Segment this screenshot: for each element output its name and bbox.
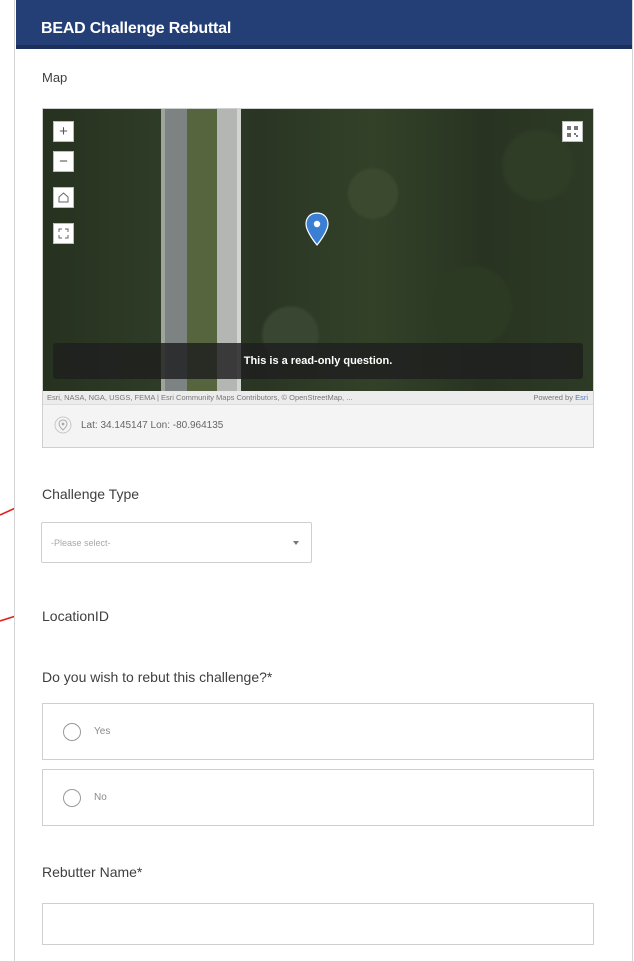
esri-link[interactable]: Esri bbox=[575, 393, 588, 402]
powered-by[interactable]: Powered by Esri bbox=[533, 391, 588, 404]
attribution-text: Esri, NASA, NGA, USGS, FEMA | Esri Commu… bbox=[47, 393, 353, 402]
radio-label-no: No bbox=[94, 792, 107, 803]
form-header: BEAD Challenge Rebuttal bbox=[16, 0, 632, 49]
zoom-out-button[interactable]: − bbox=[53, 151, 74, 172]
map-widget[interactable]: + − This is a read-only question. Esri, … bbox=[42, 108, 594, 448]
satellite-map[interactable]: + − This is a read-only question. bbox=[43, 109, 593, 391]
challenge-type-label: Challenge Type bbox=[42, 486, 140, 502]
radio-button[interactable] bbox=[63, 789, 81, 807]
radio-option-yes[interactable]: Yes bbox=[42, 703, 594, 760]
radio-button[interactable] bbox=[63, 723, 81, 741]
location-target-icon[interactable] bbox=[53, 415, 73, 435]
rebutter-name-input[interactable] bbox=[42, 903, 594, 945]
radio-option-no[interactable]: No bbox=[42, 769, 594, 826]
rebut-question-label: Do you wish to rebut this challenge?* bbox=[42, 669, 273, 685]
chevron-down-icon bbox=[293, 541, 299, 545]
home-icon bbox=[58, 192, 69, 203]
home-button[interactable] bbox=[53, 187, 74, 208]
fullscreen-icon bbox=[58, 228, 69, 239]
radio-label-yes: Yes bbox=[94, 726, 111, 737]
fullscreen-button[interactable] bbox=[53, 223, 74, 244]
qr-scan-button[interactable] bbox=[562, 121, 583, 142]
coordinates-readout: Lat: 34.145147 Lon: -80.964135 bbox=[81, 420, 224, 431]
map-question-label: Map bbox=[42, 70, 68, 85]
qr-code-icon bbox=[567, 126, 578, 137]
challenge-type-select[interactable]: -Please select- bbox=[41, 522, 312, 563]
zoom-in-button[interactable]: + bbox=[53, 121, 74, 142]
coordinates-bar: Lat: 34.145147 Lon: -80.964135 bbox=[43, 404, 593, 447]
select-value: -Please select- bbox=[51, 538, 111, 548]
powered-by-prefix: Powered by bbox=[533, 393, 573, 402]
readonly-banner: This is a read-only question. bbox=[53, 343, 583, 379]
rebutter-name-label: Rebutter Name* bbox=[42, 864, 143, 880]
location-id-label: LocationID bbox=[42, 608, 109, 624]
map-attribution: Esri, NASA, NGA, USGS, FEMA | Esri Commu… bbox=[43, 391, 593, 404]
location-pin-icon[interactable] bbox=[304, 211, 330, 257]
form-title: BEAD Challenge Rebuttal bbox=[41, 20, 232, 37]
